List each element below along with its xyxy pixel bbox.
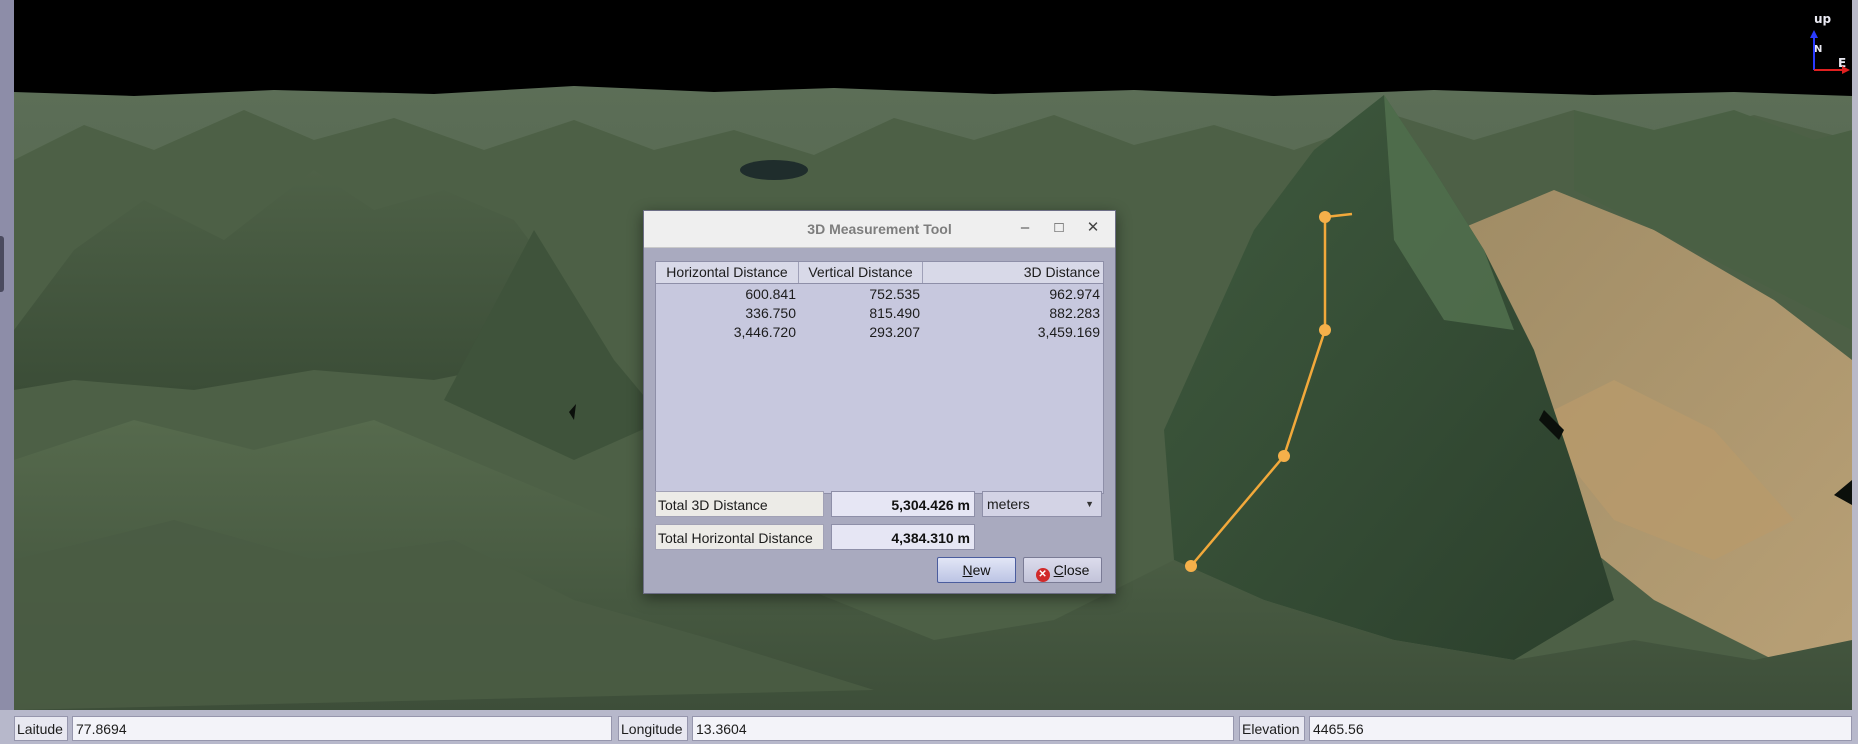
cell-3d: 882.283 [1049,305,1100,321]
cell-vertical: 293.207 [869,324,920,340]
dialog-titlebar[interactable]: 3D Measurement Tool – □ ✕ [644,211,1115,248]
column-header-3d[interactable]: 3D Distance [923,262,1103,283]
terrain-3d-viewport[interactable]: up N E 3D Measurement Tool – □ ✕ Horizon… [14,0,1852,710]
close-icon[interactable]: ✕ [1082,217,1104,239]
unit-select-value: meters [987,496,1030,512]
measurement-dialog: 3D Measurement Tool – □ ✕ Horizontal Dis… [643,210,1116,594]
close-button-label: lose [1063,562,1090,578]
measurement-point[interactable] [1185,560,1197,572]
cell-horizontal: 600.841 [745,286,796,302]
latitude-field[interactable]: 77.8694 [72,716,612,741]
table-row[interactable]: 3,446.720 293.207 3,459.169 [656,323,1103,342]
total-3d-value: 5,304.426 m [831,491,975,517]
cell-3d: 962.974 [1049,286,1100,302]
cell-horizontal: 336.750 [745,305,796,321]
maximize-icon[interactable]: □ [1048,217,1070,239]
panel-resize-handle[interactable] [0,236,4,292]
new-button[interactable]: New [937,557,1016,583]
compass-axes-icon [1810,30,1850,74]
longitude-field[interactable]: 13.3604 [692,716,1234,741]
chevron-down-icon: ▼ [1085,499,1094,509]
total-horizontal-label: Total Horizontal Distance [655,524,824,550]
close-button-mnemonic: C [1053,562,1064,578]
elevation-field[interactable]: 4465.56 [1309,716,1852,741]
elevation-label: Elevation [1239,716,1305,741]
cell-vertical: 815.490 [869,305,920,321]
measurement-table[interactable]: Horizontal Distance Vertical Distance 3D… [655,261,1104,494]
column-header-horizontal[interactable]: Horizontal Distance [656,262,799,283]
column-header-vertical[interactable]: Vertical Distance [799,262,923,283]
table-header: Horizontal Distance Vertical Distance 3D… [656,262,1103,284]
table-row[interactable]: 336.750 815.490 882.283 [656,304,1103,323]
total-horizontal-value: 4,384.310 m [831,524,975,550]
app-window: up N E 3D Measurement Tool – □ ✕ Horizon… [0,0,1858,744]
table-row[interactable]: 600.841 752.535 962.974 [656,285,1103,304]
new-button-mnemonic: N [962,562,973,578]
measurement-point[interactable] [1319,211,1331,223]
minimize-icon[interactable]: – [1014,217,1036,239]
new-button-label: ew [972,562,991,578]
close-circle-icon: ✕ [1035,568,1050,582]
longitude-label: Longitude [618,716,688,741]
cell-3d: 3,459.169 [1037,324,1100,340]
close-button[interactable]: ✕ Close [1023,557,1102,583]
measurement-point[interactable] [1319,324,1331,336]
orientation-compass: up N E [1752,8,1852,88]
status-bar: Laitude 77.8694 Longitude 13.3604 Elevat… [0,710,1858,744]
dialog-title: 3D Measurement Tool [807,221,952,237]
measurement-point[interactable] [1278,450,1290,462]
cell-horizontal: 3,446.720 [733,324,796,340]
cell-vertical: 752.535 [869,286,920,302]
latitude-label: Laitude [14,716,68,741]
total-3d-label: Total 3D Distance [655,491,824,517]
unit-select[interactable]: meters ▼ [982,491,1102,517]
left-panel-edge [0,0,14,710]
